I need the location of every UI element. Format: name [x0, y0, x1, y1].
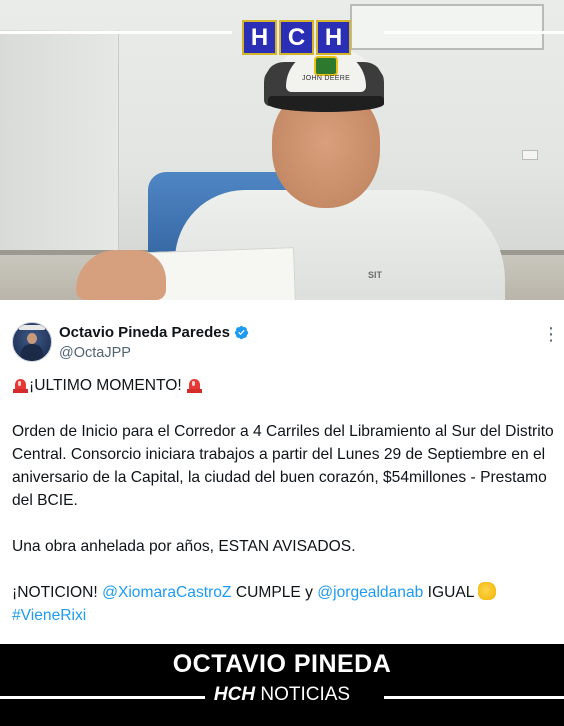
verified-badge-icon — [234, 325, 248, 340]
tweet-headline-line: ¡ULTIMO MOMENTO! — [12, 374, 560, 397]
tweet-paragraph-2: Una obra anhelada por años, ESTAN AVISAD… — [12, 538, 356, 555]
avatar-body — [21, 344, 43, 361]
whiteboard — [350, 4, 544, 50]
logo-letter: H — [316, 20, 351, 55]
cap-logo-icon — [314, 56, 338, 76]
lower-third-brand: HCH NOTICIAS — [0, 684, 564, 706]
office-wall — [0, 30, 119, 275]
avatar-head — [27, 333, 37, 344]
mention-link[interactable]: @jorgealdanab — [317, 584, 423, 601]
author-handle[interactable]: @OctaJPP — [59, 345, 131, 361]
wall-outlet — [522, 150, 538, 160]
siren-icon — [12, 376, 29, 393]
hashtag-link[interactable]: #VieneRixi — [12, 607, 86, 624]
siren-icon — [186, 376, 203, 393]
avatar-banner — [19, 325, 45, 330]
cap-text: JOHN DEERE — [301, 75, 351, 82]
logo-letter: C — [279, 20, 314, 55]
tweet-text: ¡ULTIMO MOMENTO! Orden de Inicio para el… — [12, 374, 560, 627]
tweet-end: IGUAL — [427, 584, 474, 601]
brand-hch: HCH — [213, 684, 256, 705]
lower-third-title: OCTAVIO PINEDA — [172, 650, 392, 678]
brand-noticias: NOTICIAS — [260, 684, 351, 705]
tweet-card[interactable]: ⋮ Octavio Pineda Paredes @OctaJPP ¡ULTIM… — [0, 300, 564, 644]
tweet-middle: CUMPLE y — [235, 584, 313, 601]
mention-link[interactable]: @XiomaraCastroZ — [102, 584, 231, 601]
tweet-headline: ¡ULTIMO MOMENTO! — [29, 377, 182, 394]
author-name-row[interactable]: Octavio Pineda Paredes — [59, 324, 249, 341]
tweet-paragraph-3: ¡NOTICION! @XiomaraCastroZ CUMPLE y @jor… — [12, 581, 560, 627]
avatar[interactable] — [12, 322, 52, 362]
tweet-paragraph-1: Orden de Inicio para el Corredor a 4 Car… — [12, 423, 554, 509]
top-line-right — [384, 31, 564, 34]
more-options-icon[interactable]: ⋮ — [542, 324, 560, 345]
hch-logo: H C H — [242, 20, 351, 55]
cap-bill — [268, 96, 384, 112]
fist-emoji-icon — [478, 582, 497, 600]
tweet-intro: ¡NOTICION! — [12, 584, 98, 601]
lower-third: OCTAVIO PINEDA HCH NOTICIAS — [0, 644, 564, 726]
author-display-name[interactable]: Octavio Pineda Paredes — [59, 324, 230, 341]
shirt-logo: SIT — [368, 270, 383, 280]
top-line-left — [0, 31, 232, 34]
logo-letter: H — [242, 20, 277, 55]
